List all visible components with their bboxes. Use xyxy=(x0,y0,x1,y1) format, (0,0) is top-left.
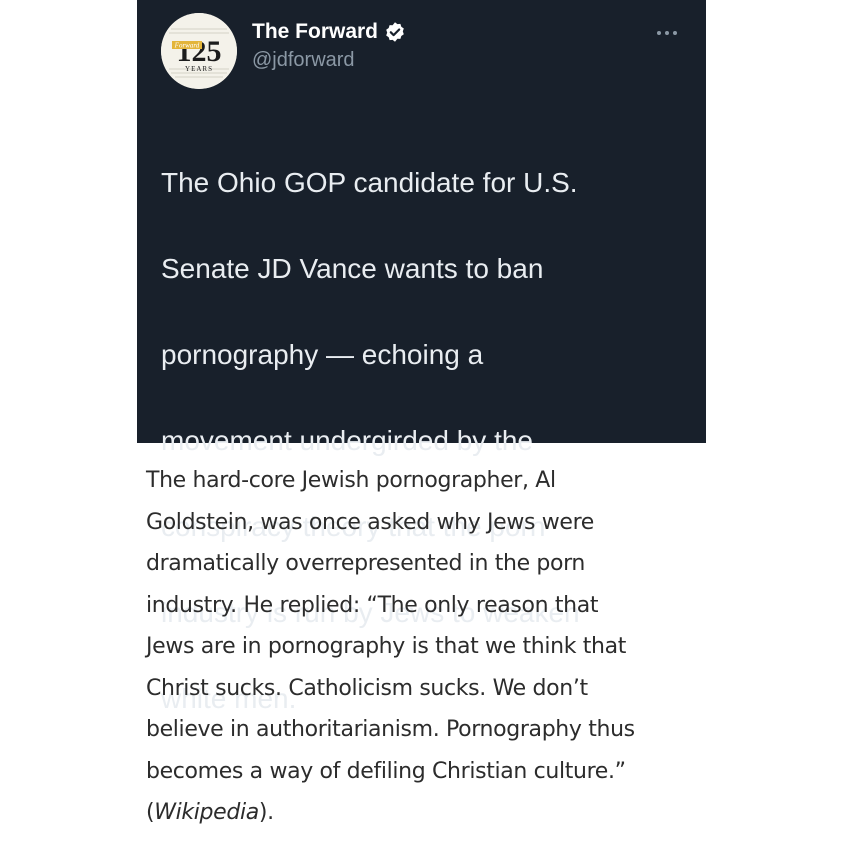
quote-line: The hard-core Jewish pornographer, Al xyxy=(146,468,556,493)
tweet-text-line: Senate JD Vance wants to ban xyxy=(161,253,544,284)
forward-125-logo-icon: 125 Forward YEARS xyxy=(161,13,237,89)
source-close-paren: ). xyxy=(258,800,274,825)
quote-line: Christ sucks. Catholicism sucks. We don’… xyxy=(146,675,588,701)
more-horizontal-icon[interactable] xyxy=(656,24,678,35)
years-label: YEARS xyxy=(185,65,213,73)
anniversary-number: 125 xyxy=(177,35,222,68)
quote-line: becomes a way of defiling Christian cult… xyxy=(146,758,626,784)
quote-line: believe in authoritarianism. Pornography… xyxy=(146,717,635,742)
account-handle[interactable]: @jdforward xyxy=(252,49,355,72)
quote-line: industry. He replied: “The only reason t… xyxy=(146,592,599,618)
account-name-row: The Forward xyxy=(252,20,406,44)
quoted-passage: The hard-core Jewish pornographer, Al Go… xyxy=(146,460,746,834)
screenshot-page: 125 Forward YEARS The Forward @jdforward xyxy=(0,0,843,844)
tweet-card[interactable]: 125 Forward YEARS The Forward @jdforward xyxy=(137,0,706,714)
quote-line: Jews are in pornography is that we think… xyxy=(146,634,627,659)
quote-line: Goldstein, was once asked why Jews were xyxy=(146,509,594,535)
logo-wordmark: Forward xyxy=(174,42,200,50)
verified-badge-icon xyxy=(384,21,406,43)
source-open-paren: ( xyxy=(146,800,155,825)
quote-source-line: (Wikipedia). xyxy=(146,792,746,834)
tweet-text-line: movement undergirded by the xyxy=(161,425,533,456)
tweet-text-line: The Ohio GOP candidate for U.S. xyxy=(161,167,578,198)
account-name[interactable]: The Forward xyxy=(252,20,378,44)
avatar[interactable]: 125 Forward YEARS xyxy=(161,13,237,89)
quote-line: dramatically overrepresented in the porn xyxy=(146,551,586,576)
tweet-text-line: pornography — echoing a xyxy=(161,339,484,370)
quote-source: Wikipedia xyxy=(154,800,259,825)
